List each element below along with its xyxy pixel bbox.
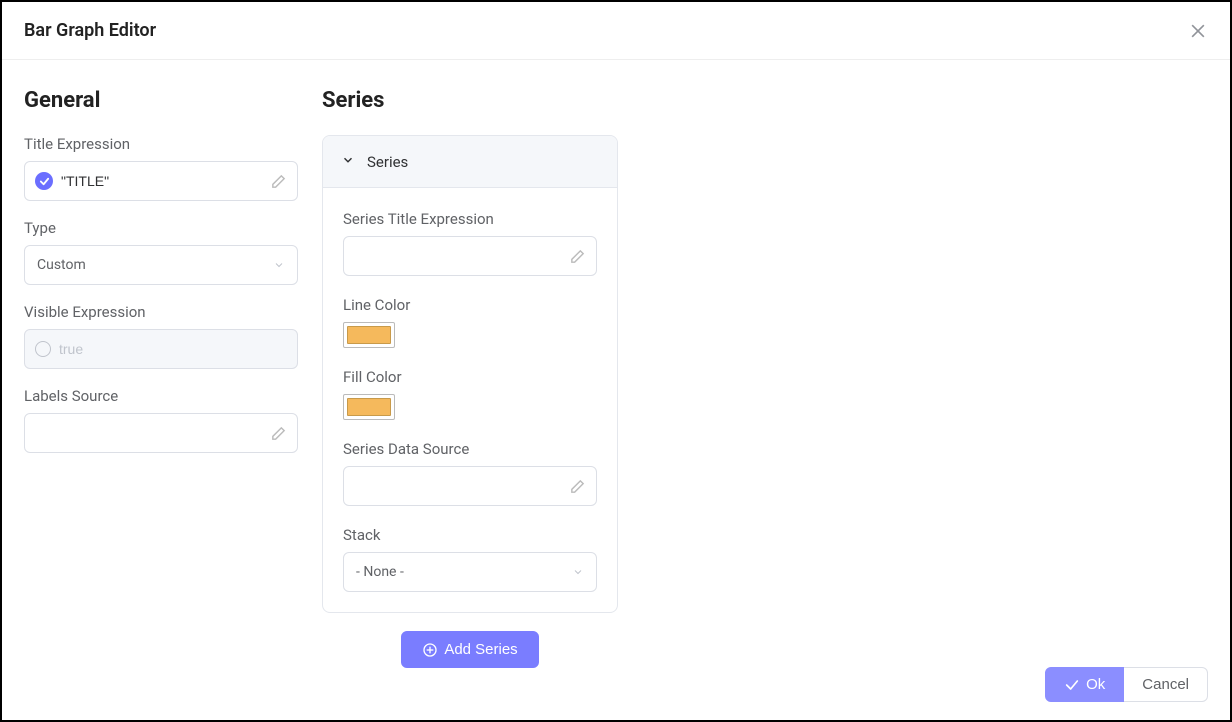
series-title-expression-input[interactable] bbox=[354, 237, 563, 275]
labels-source-label: Labels Source bbox=[24, 387, 298, 405]
check-icon bbox=[35, 172, 53, 190]
visible-expression-label: Visible Expression bbox=[24, 303, 298, 321]
plus-circle-icon bbox=[422, 642, 438, 658]
dialog-title: Bar Graph Editor bbox=[24, 20, 156, 41]
title-expression-input-wrap[interactable] bbox=[24, 161, 298, 201]
add-series-button[interactable]: Add Series bbox=[401, 631, 538, 668]
series-panel: Series Series Series Title Expression bbox=[322, 88, 618, 668]
dialog-footer: Ok Cancel bbox=[1045, 667, 1208, 702]
type-field: Type Custom bbox=[24, 219, 298, 285]
stack-field: Stack - None - bbox=[343, 526, 597, 592]
title-expression-input[interactable] bbox=[61, 162, 264, 200]
general-panel: General Title Expression Type bbox=[24, 88, 298, 668]
add-series-label: Add Series bbox=[444, 641, 517, 658]
type-label: Type bbox=[24, 219, 298, 237]
fill-color-picker[interactable] bbox=[343, 394, 395, 420]
title-expression-label: Title Expression bbox=[24, 135, 298, 153]
close-icon[interactable] bbox=[1188, 21, 1208, 41]
series-title-expression-input-wrap[interactable] bbox=[343, 236, 597, 276]
title-expression-field: Title Expression bbox=[24, 135, 298, 201]
line-color-picker[interactable] bbox=[343, 322, 395, 348]
labels-source-field: Labels Source bbox=[24, 387, 298, 453]
add-series-row: Add Series bbox=[322, 631, 618, 668]
stack-select[interactable]: - None - bbox=[343, 552, 597, 592]
type-select[interactable]: Custom bbox=[24, 245, 298, 285]
fill-color-label: Fill Color bbox=[343, 368, 597, 386]
cancel-label: Cancel bbox=[1142, 676, 1189, 693]
line-color-field: Line Color bbox=[343, 296, 597, 348]
dialog-header: Bar Graph Editor bbox=[2, 2, 1230, 60]
ok-button[interactable]: Ok bbox=[1045, 667, 1124, 702]
ok-label: Ok bbox=[1086, 676, 1105, 693]
edit-icon[interactable] bbox=[569, 478, 586, 495]
line-color-swatch bbox=[347, 326, 391, 344]
chevron-down-icon bbox=[341, 152, 355, 171]
series-card-title: Series bbox=[367, 153, 408, 171]
fill-color-field: Fill Color bbox=[343, 368, 597, 420]
visible-expression-field: Visible Expression bbox=[24, 303, 298, 369]
labels-source-input-wrap[interactable] bbox=[24, 413, 298, 453]
type-value: Custom bbox=[37, 257, 86, 273]
series-title-expression-field: Series Title Expression bbox=[343, 210, 597, 276]
series-card-header[interactable]: Series bbox=[323, 136, 617, 188]
series-card: Series Series Title Expression bbox=[322, 135, 618, 613]
edit-icon[interactable] bbox=[270, 425, 287, 442]
fill-color-swatch bbox=[347, 398, 391, 416]
series-data-source-input[interactable] bbox=[354, 467, 563, 505]
stack-label: Stack bbox=[343, 526, 597, 544]
visible-expression-input-wrap[interactable] bbox=[24, 329, 298, 369]
series-data-source-field: Series Data Source bbox=[343, 440, 597, 506]
series-heading: Series bbox=[322, 88, 618, 113]
stack-value: - None - bbox=[356, 564, 404, 580]
general-heading: General bbox=[24, 88, 298, 113]
series-data-source-label: Series Data Source bbox=[343, 440, 597, 458]
chevron-down-icon bbox=[572, 563, 584, 582]
series-title-expression-label: Series Title Expression bbox=[343, 210, 597, 228]
series-data-source-input-wrap[interactable] bbox=[343, 466, 597, 506]
cancel-button[interactable]: Cancel bbox=[1124, 667, 1208, 702]
series-card-body: Series Title Expression Line Color bbox=[323, 188, 617, 612]
visible-expression-input bbox=[59, 330, 287, 368]
labels-source-input[interactable] bbox=[35, 414, 264, 452]
edit-icon[interactable] bbox=[270, 173, 287, 190]
check-icon bbox=[1064, 677, 1080, 693]
chevron-down-icon bbox=[273, 256, 285, 275]
unchecked-icon bbox=[35, 341, 51, 357]
line-color-label: Line Color bbox=[343, 296, 597, 314]
edit-icon[interactable] bbox=[569, 248, 586, 265]
dialog-body: General Title Expression Type bbox=[2, 60, 1230, 688]
